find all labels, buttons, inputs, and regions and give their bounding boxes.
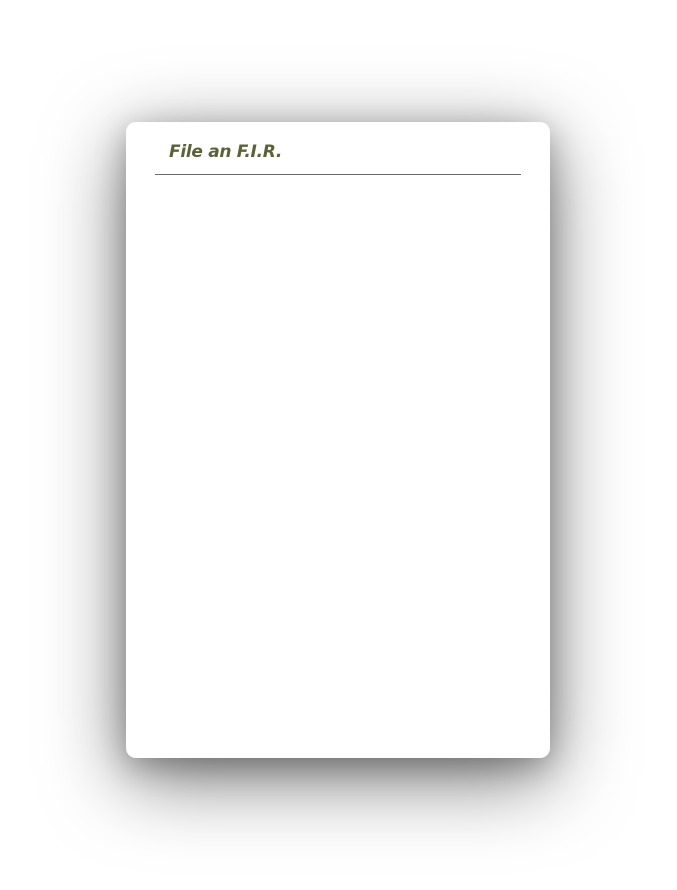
page-backdrop: File an F.I.R.	[0, 0, 677, 890]
dialog-title: File an F.I.R.	[169, 142, 282, 162]
dialog-body	[155, 176, 521, 736]
dialog-header: File an F.I.R.	[155, 122, 521, 175]
fir-dialog: File an F.I.R.	[126, 122, 550, 758]
